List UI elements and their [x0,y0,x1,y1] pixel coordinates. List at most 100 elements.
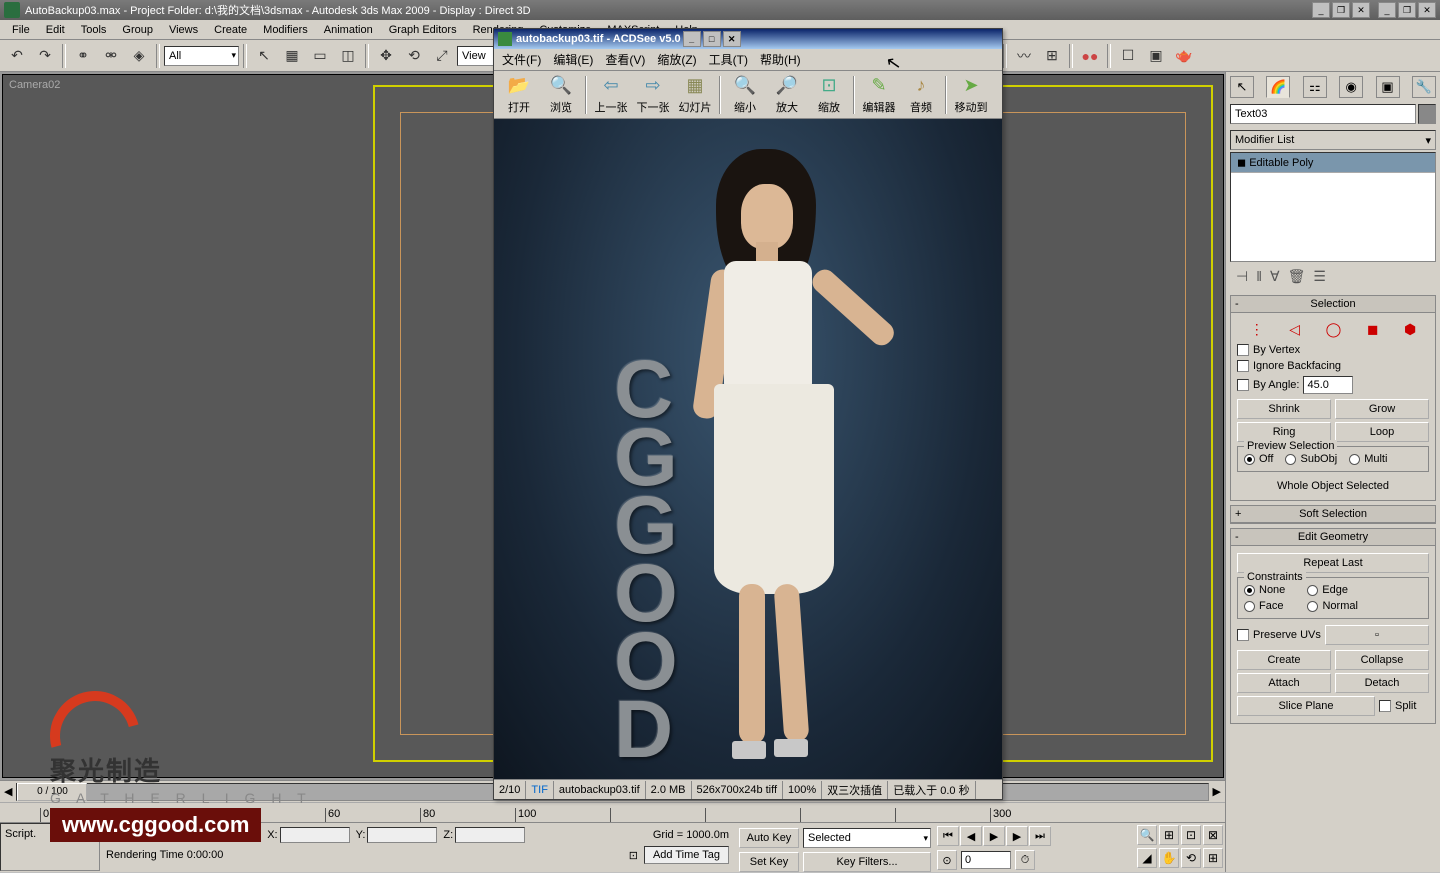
menu-edit[interactable]: Edit [38,22,73,38]
shrink-btn[interactable]: Shrink [1237,399,1331,419]
acd-zoom-btn[interactable]: ⊡缩放 [808,73,850,117]
detach-btn[interactable]: Detach [1335,673,1429,693]
collapse-btn[interactable]: Collapse [1335,650,1429,670]
menu-animation[interactable]: Animation [316,22,381,38]
move-btn[interactable]: ✥ [373,43,399,69]
attach-btn[interactable]: Attach [1237,673,1331,693]
select-name-btn[interactable]: ▦ [279,43,305,69]
coord-y[interactable] [367,827,437,843]
acd-menu-zoom[interactable]: 缩放(Z) [651,49,702,70]
key-filters-btn[interactable]: Key Filters... [803,852,931,872]
timeline-prev[interactable]: ◀ [4,785,12,798]
preview-multi-radio[interactable] [1349,454,1360,465]
unlink-btn[interactable]: ⚮ [98,43,124,69]
undo-btn[interactable]: ↶ [4,43,30,69]
acd-editor-btn[interactable]: ✎编辑器 [858,73,900,117]
pin-stack-icon[interactable]: ⊣ [1236,268,1248,285]
play-btn[interactable]: ▶ [983,826,1005,846]
redo-btn[interactable]: ↷ [32,43,58,69]
acd-open-btn[interactable]: 📂打开 [498,73,540,117]
rotate-btn[interactable]: ⟲ [401,43,427,69]
rollout-selection-hdr[interactable]: -Selection [1231,296,1435,313]
rollout-editgeom-hdr[interactable]: -Edit Geometry [1231,529,1435,546]
tab-motion[interactable]: ◉ [1339,76,1363,98]
split-chk[interactable] [1379,700,1391,712]
menu-tools[interactable]: Tools [73,22,115,38]
tab-utilities[interactable]: 🔧 [1412,76,1436,98]
rollout-softsel-hdr[interactable]: +Soft Selection [1231,506,1435,523]
constr-edge-radio[interactable] [1307,585,1318,596]
link-btn[interactable]: ⚭ [70,43,96,69]
ignore-bf-chk[interactable] [1237,360,1249,372]
curve-editor-btn[interactable]: 〰 [1011,43,1037,69]
preserve-uv-chk[interactable] [1237,629,1249,641]
constr-none-radio[interactable] [1244,585,1255,596]
select-rect-btn[interactable]: ▭ [307,43,333,69]
window-crossing-btn[interactable]: ◫ [335,43,361,69]
acd-menu-view[interactable]: 查看(V) [599,49,651,70]
polygon-icon[interactable]: ◼ [1367,321,1379,338]
zoom-extents-btn[interactable]: ⊡ [1181,825,1201,845]
fov-btn[interactable]: ◢ [1137,848,1157,868]
menu-group[interactable]: Group [114,22,161,38]
border-icon[interactable]: ◯ [1326,321,1342,338]
selection-filter[interactable]: All [164,46,239,66]
close-btn[interactable]: ✕ [1352,2,1370,18]
pan-btn[interactable]: ✋ [1159,848,1179,868]
vertex-icon[interactable]: ⋮ [1250,321,1264,338]
preserve-uv-settings[interactable]: ▫ [1325,625,1429,645]
object-name-field[interactable] [1230,104,1416,124]
acd-zoomout-btn[interactable]: 🔍缩小 [724,73,766,117]
angle-spinner[interactable] [1303,376,1353,394]
key-mode-btn[interactable]: ⊙ [937,850,957,870]
goto-start-btn[interactable]: ⏮ [937,826,959,846]
grow-btn[interactable]: Grow [1335,399,1429,419]
constr-face-radio[interactable] [1244,601,1255,612]
tab-hierarchy[interactable]: ⚏ [1303,76,1327,98]
acd-slide-btn[interactable]: ▦幻灯片 [674,73,716,117]
stack-editable-poly[interactable]: ◼ Editable Poly [1231,153,1435,173]
time-config-btn[interactable]: ⏱ [1015,850,1035,870]
bind-btn[interactable]: ◈ [126,43,152,69]
menu-modifiers[interactable]: Modifiers [255,22,316,38]
zoom-ext-all-btn[interactable]: ⊠ [1203,825,1223,845]
menu-views[interactable]: Views [161,22,206,38]
auto-key-btn[interactable]: Auto Key [739,828,799,848]
acd-menu-help[interactable]: 帮助(H) [754,49,807,70]
menu-create[interactable]: Create [206,22,255,38]
restore-btn[interactable]: ❐ [1332,2,1350,18]
quick-render-btn[interactable]: 🫖 [1171,43,1197,69]
acd-next-btn[interactable]: ⇨下一张 [632,73,674,117]
acdsee-image-view[interactable]: C G G O O D [494,119,1002,779]
acd-browse-btn[interactable]: 🔍浏览 [540,73,582,117]
preview-off-radio[interactable] [1244,454,1255,465]
acdsee-titlebar[interactable]: autobackup03.tif - ACDSee v5.0 _ □ ✕ [494,29,1002,49]
tab-modify[interactable]: 🌈 [1266,76,1290,98]
acd-max-btn[interactable]: □ [703,31,721,47]
acd-close-btn[interactable]: ✕ [723,31,741,47]
acd-min-btn[interactable]: _ [683,31,701,47]
key-selected-dropdown[interactable]: Selected [803,828,931,848]
schematic-btn[interactable]: ⊞ [1039,43,1065,69]
acd-prev-btn[interactable]: ⇦上一张 [590,73,632,117]
show-result-icon[interactable]: ‖ [1256,268,1262,285]
preview-subobj-radio[interactable] [1285,454,1296,465]
minimize-btn-inner[interactable]: _ [1378,2,1396,18]
acd-menu-tools[interactable]: 工具(T) [703,49,754,70]
loop-btn[interactable]: Loop [1335,422,1429,442]
edge-icon[interactable]: ◁ [1289,321,1300,338]
add-time-tag[interactable]: Add Time Tag [644,846,729,864]
slice-plane-btn[interactable]: Slice Plane [1237,696,1375,716]
tab-create[interactable]: ↖ [1230,76,1254,98]
close-btn-inner[interactable]: ✕ [1418,2,1436,18]
coord-z[interactable] [455,827,525,843]
minimize-btn[interactable]: _ [1312,2,1330,18]
acd-audio-btn[interactable]: ♪音频 [900,73,942,117]
remove-mod-icon[interactable]: 🗑 [1288,268,1306,285]
modifier-list-dropdown[interactable]: Modifier List [1230,130,1436,150]
make-unique-icon[interactable]: ∀ [1270,268,1280,285]
restore-btn-inner[interactable]: ❐ [1398,2,1416,18]
menu-grapheditors[interactable]: Graph Editors [381,22,465,38]
zoom-all-btn[interactable]: ⊞ [1159,825,1179,845]
modifier-stack[interactable]: ◼ Editable Poly [1230,152,1436,262]
